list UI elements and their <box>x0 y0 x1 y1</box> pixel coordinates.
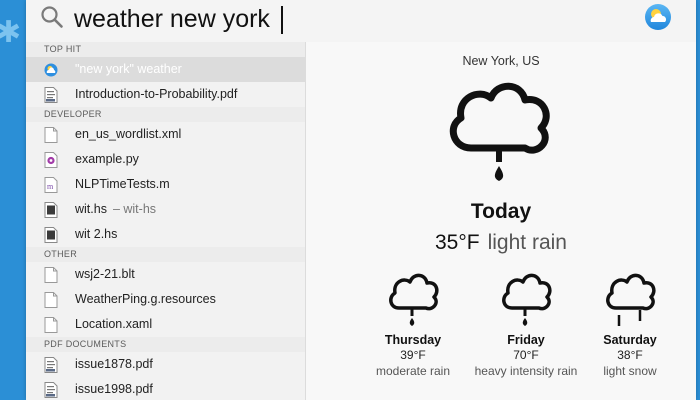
weather-app-icon <box>645 4 671 30</box>
section-header: TOP HIT <box>26 42 305 57</box>
result-item[interactable]: issue1998.pdf <box>26 377 305 400</box>
cloud-rain-icon <box>449 82 550 181</box>
today-label: Today <box>470 200 532 223</box>
result-item[interactable]: Location.xaml <box>26 312 305 337</box>
result-item[interactable]: wsj2-21.blt <box>26 262 305 287</box>
result-item[interactable]: example.py <box>26 147 305 172</box>
forecast-day-condition: light snow <box>603 364 657 378</box>
today-condition: light rain <box>487 231 567 254</box>
result-item[interactable]: en_us_wordlist.xml <box>26 122 305 147</box>
document-icon <box>44 292 58 308</box>
result-label: wsj2-21.blt <box>75 267 135 281</box>
forecast-day-temp: 38°F <box>617 348 643 362</box>
forecast-day: Thursday 39°F moderate rain <box>351 268 475 378</box>
section-header: DEVELOPER <box>26 107 305 122</box>
result-label: "new york" weather <box>75 62 182 76</box>
desktop-snowflake-icon: ✱ <box>0 16 22 49</box>
svg-text:m: m <box>47 182 54 191</box>
result-label: wit.hs <box>75 202 107 216</box>
result-label: Introduction-to-Probability.pdf <box>75 87 238 101</box>
document-icon <box>44 127 58 143</box>
weather-icon <box>44 62 58 78</box>
objc-file-icon: m <box>44 177 58 193</box>
haskell-file-icon <box>44 227 58 243</box>
cloud-snow-icon <box>606 273 656 326</box>
result-label: WeatherPing.g.resources <box>75 292 216 306</box>
document-icon <box>44 317 58 333</box>
document-icon <box>44 267 58 283</box>
forecast-day-temp: 39°F <box>400 348 426 362</box>
forecast-day-name: Thursday <box>384 333 442 347</box>
result-label: en_us_wordlist.xml <box>75 127 182 141</box>
text-cursor <box>281 6 283 34</box>
result-label: issue1998.pdf <box>75 382 153 396</box>
location-label: New York, US <box>462 54 540 68</box>
result-item[interactable]: m NLPTimeTests.m <box>26 172 305 197</box>
pdf-document-icon <box>44 87 58 103</box>
result-item[interactable]: wit 2.hs <box>26 222 305 247</box>
python-file-icon <box>44 152 58 168</box>
result-item[interactable]: "new york" weather <box>26 57 305 82</box>
section-header: PDF DOCUMENTS <box>26 337 305 352</box>
forecast-day: Saturday 38°F light snow <box>568 268 692 378</box>
cloud-rain-icon <box>389 273 439 326</box>
result-label: wit 2.hs <box>75 227 118 241</box>
result-item[interactable]: wit.hs – wit-hs <box>26 197 305 222</box>
search-icon <box>41 6 63 28</box>
cloud-rain-icon <box>502 273 552 326</box>
result-label: Location.xaml <box>75 317 153 331</box>
today-temp: 35°F <box>435 231 480 254</box>
section-header: OTHER <box>26 247 305 262</box>
pdf-document-icon <box>44 357 58 373</box>
spotlight-window: TOP HIT "new york" weather Introduction-to… <box>26 0 696 400</box>
result-label: example.py <box>75 152 139 166</box>
search-input[interactable] <box>74 1 594 37</box>
forecast-day-name: Saturday <box>603 333 657 347</box>
pdf-document-icon <box>44 382 58 398</box>
result-label: NLPTimeTests.m <box>75 177 170 191</box>
weather-preview: New York, US Today 35°F light rain Thursd… <box>306 42 696 400</box>
haskell-file-icon <box>44 202 58 218</box>
results-list: TOP HIT "new york" weather Introduction-to… <box>26 42 306 400</box>
forecast-day-condition: moderate rain <box>375 364 451 378</box>
result-sublabel: – wit-hs <box>112 202 157 216</box>
search-bar <box>26 0 696 43</box>
result-item[interactable]: Introduction-to-Probability.pdf <box>26 82 305 107</box>
result-item[interactable]: WeatherPing.g.resources <box>26 287 305 312</box>
result-label: issue1878.pdf <box>75 357 153 371</box>
result-item[interactable]: issue1878.pdf <box>26 352 305 377</box>
today-conditions: 35°F light rain <box>306 231 696 255</box>
